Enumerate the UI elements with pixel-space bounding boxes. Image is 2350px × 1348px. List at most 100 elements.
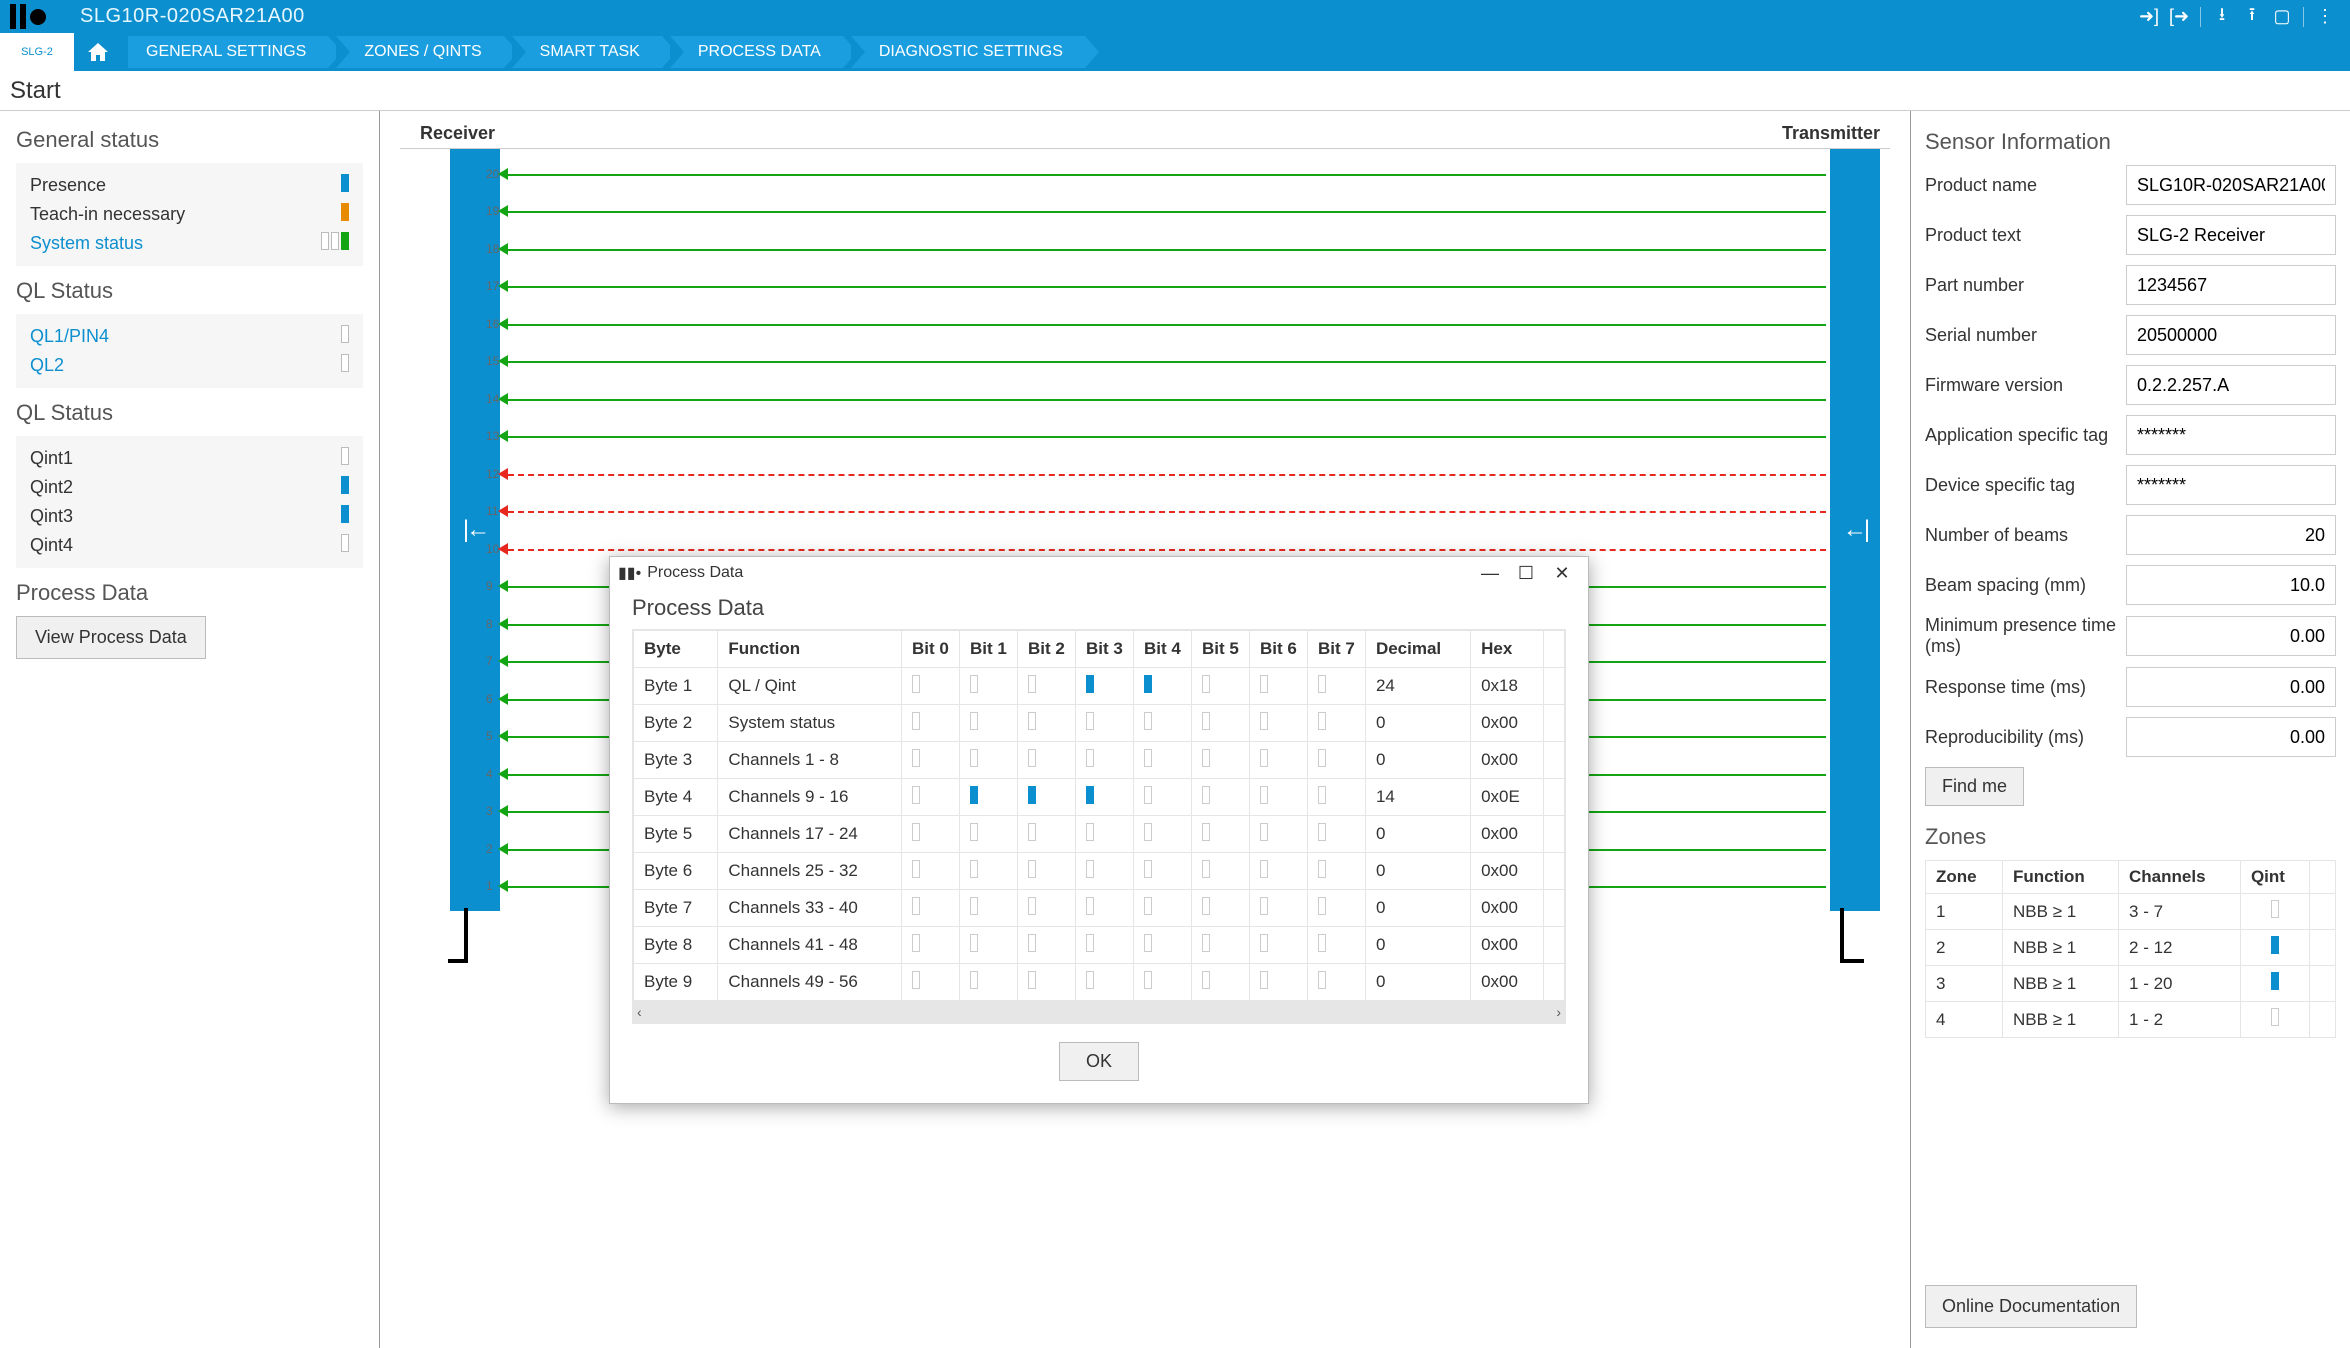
pd-bit (1017, 742, 1075, 779)
right-sidebar: Sensor Information Product nameProduct t… (1910, 111, 2350, 1348)
info-value-input[interactable] (2126, 717, 2336, 757)
info-value-input[interactable] (2126, 215, 2336, 255)
beam-row: 18 (504, 230, 1826, 268)
zone-cell: 2 (1926, 930, 2003, 966)
info-value-input[interactable] (2126, 616, 2336, 656)
status-row: Presence (30, 171, 349, 200)
pd-bit (1249, 816, 1307, 853)
find-me-button[interactable]: Find me (1925, 767, 2024, 806)
beam-arrow-icon (498, 505, 508, 517)
pd-row: Byte 9 Channels 49 - 560 0x00 (634, 964, 1565, 1001)
dialog-title-bar[interactable]: ▮▮• Process Data — ☐ ✕ (610, 557, 1588, 589)
zone-extra (2309, 894, 2335, 930)
pd-hex: 0x00 (1471, 927, 1544, 964)
info-label: Part number (1925, 275, 2126, 296)
general-status-panel: PresenceTeach-in necessarySystem status (16, 163, 363, 266)
status-row[interactable]: QL2 (30, 351, 349, 380)
pd-bit (1307, 742, 1365, 779)
info-row: Beam spacing (mm) (1925, 565, 2336, 605)
upload-icon[interactable]: ⭱ (2237, 2, 2267, 32)
close-icon[interactable]: ✕ (1544, 563, 1580, 584)
beam-arrow-icon (498, 205, 508, 217)
info-value-input[interactable] (2126, 667, 2336, 707)
pd-row: Byte 6 Channels 25 - 320 0x00 (634, 853, 1565, 890)
info-value-input[interactable] (2126, 315, 2336, 355)
pd-bit (1307, 890, 1365, 927)
beam-arrow-icon (498, 730, 508, 742)
horizontal-scrollbar[interactable]: ‹› (633, 1001, 1565, 1023)
pd-bit (1191, 668, 1249, 705)
pd-bit (1075, 816, 1133, 853)
page-title: Start (0, 71, 2350, 111)
beam-number: 11 (486, 504, 498, 518)
beam-line (508, 511, 1826, 513)
menu-icon[interactable]: ⋮ (2310, 6, 2340, 27)
process-data-table: ByteFunctionBit 0Bit 1Bit 2Bit 3Bit 4Bit… (633, 630, 1565, 1001)
login-icon[interactable]: ➜] (2134, 6, 2164, 27)
pd-header: Bit 3 (1075, 631, 1133, 668)
square-icon[interactable]: ▢ (2267, 6, 2297, 27)
status-indicator (339, 203, 349, 226)
pd-func: QL / Qint (718, 668, 902, 705)
zones-row[interactable]: 1 NBB ≥ 1 3 - 7 (1926, 894, 2336, 930)
zone-channels: 3 - 7 (2119, 894, 2241, 930)
pd-bit (1075, 853, 1133, 890)
info-value-input[interactable] (2126, 265, 2336, 305)
beam-line (508, 399, 1826, 401)
ok-button[interactable]: OK (1059, 1042, 1139, 1081)
breadcrumb-item[interactable]: DIAGNOSTIC SETTINGS (851, 36, 1085, 68)
home-icon[interactable] (75, 33, 120, 71)
zone-cell: 1 (1926, 894, 2003, 930)
beam-row: 17 (504, 268, 1826, 306)
info-value-input[interactable] (2126, 165, 2336, 205)
status-row[interactable]: System status (30, 229, 349, 258)
pd-header: Bit 6 (1249, 631, 1307, 668)
pd-hex: 0x00 (1471, 853, 1544, 890)
pd-bit (1249, 779, 1307, 816)
pd-bit (1017, 668, 1075, 705)
status-label: Presence (30, 175, 106, 196)
zones-row[interactable]: 4 NBB ≥ 1 1 - 2 (1926, 1002, 2336, 1038)
online-documentation-button[interactable]: Online Documentation (1925, 1285, 2137, 1328)
status-label: QL1/PIN4 (30, 326, 109, 347)
pd-row: Byte 7 Channels 33 - 400 0x00 (634, 890, 1565, 927)
beam-arrow-icon (498, 693, 508, 705)
beam-row: 19 (504, 193, 1826, 231)
info-value-input[interactable] (2126, 365, 2336, 405)
view-process-data-button[interactable]: View Process Data (16, 616, 206, 659)
beam-line (508, 361, 1826, 363)
info-value-input[interactable] (2126, 465, 2336, 505)
info-value-input[interactable] (2126, 415, 2336, 455)
pd-bit (959, 779, 1017, 816)
info-value-input[interactable] (2126, 565, 2336, 605)
status-row[interactable]: QL1/PIN4 (30, 322, 349, 351)
breadcrumb-item[interactable]: PROCESS DATA (670, 36, 843, 68)
pd-bit (1307, 964, 1365, 1001)
status-indicator (339, 534, 349, 557)
pd-pad (1544, 668, 1565, 705)
zone-cell: 3 (1926, 966, 2003, 1002)
pd-row: Byte 8 Channels 41 - 480 0x00 (634, 927, 1565, 964)
minimize-icon[interactable]: — (1472, 563, 1508, 584)
breadcrumb-item[interactable]: ZONES / QINTS (336, 36, 503, 68)
info-row: Serial number (1925, 315, 2336, 355)
pd-bit (1249, 964, 1307, 1001)
pd-decimal: 0 (1365, 816, 1470, 853)
zone-channels: 1 - 20 (2119, 966, 2241, 1002)
maximize-icon[interactable]: ☐ (1508, 563, 1544, 584)
zone-cell: 4 (1926, 1002, 2003, 1038)
zones-row[interactable]: 3 NBB ≥ 1 1 - 20 (1926, 966, 2336, 1002)
pd-func: Channels 25 - 32 (718, 853, 902, 890)
beam-arrow-icon (498, 880, 508, 892)
pd-byte: Byte 4 (634, 779, 718, 816)
breadcrumb-item[interactable]: SMART TASK (512, 36, 662, 68)
pd-func: Channels 41 - 48 (718, 927, 902, 964)
zones-row[interactable]: 2 NBB ≥ 1 2 - 12 (1926, 930, 2336, 966)
zones-header: Zone (1926, 861, 2003, 894)
info-value-input[interactable] (2126, 515, 2336, 555)
pd-byte: Byte 7 (634, 890, 718, 927)
download-icon[interactable]: ⭳ (2207, 2, 2237, 32)
beam-arrow-icon (498, 243, 508, 255)
logout-icon[interactable]: [➜ (2164, 6, 2194, 27)
breadcrumb-item[interactable]: GENERAL SETTINGS (128, 36, 328, 68)
